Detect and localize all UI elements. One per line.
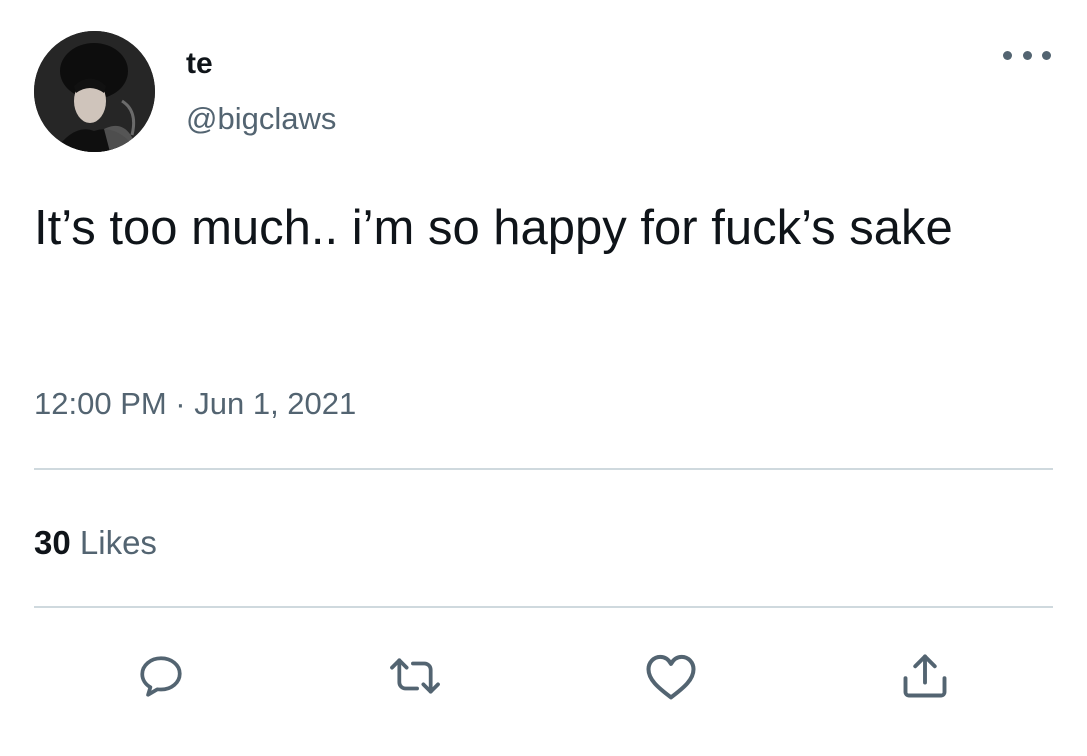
display-name[interactable]: te	[186, 44, 213, 84]
more-dot-icon	[1003, 50, 1012, 60]
like-button[interactable]	[641, 648, 701, 704]
user-handle[interactable]: @bigclaws	[186, 99, 336, 139]
avatar[interactable]	[34, 31, 155, 152]
likes-count: 30	[34, 524, 71, 561]
heart-icon	[646, 654, 696, 700]
share-icon	[903, 654, 947, 698]
tweet-text: It’s too much.. i’m so happy for fuck’s …	[34, 201, 953, 255]
reply-button[interactable]	[131, 648, 191, 704]
tweet-timestamp[interactable]: 12:00 PM · Jun 1, 2021	[34, 384, 356, 424]
avatar-image	[34, 31, 155, 152]
reply-icon	[140, 656, 182, 697]
more-dot-icon	[1042, 50, 1051, 60]
more-dot-icon	[1022, 50, 1032, 60]
divider	[34, 468, 1053, 470]
likes-label: Likes	[79, 524, 157, 561]
likes-stat[interactable]: 30 Likes	[34, 522, 157, 564]
divider	[34, 606, 1053, 608]
share-button[interactable]	[895, 648, 955, 704]
more-options-button[interactable]	[1003, 40, 1051, 70]
retweet-button[interactable]	[385, 648, 445, 704]
retweet-icon	[390, 658, 440, 694]
